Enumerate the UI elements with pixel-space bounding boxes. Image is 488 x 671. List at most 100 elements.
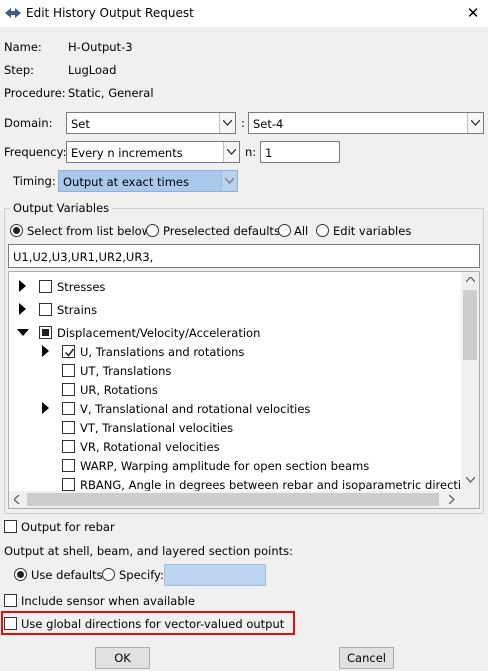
global-directions-label: Use global directions for vector-valued … <box>21 617 285 631</box>
n-input-value: 1 <box>265 146 273 160</box>
app-icon <box>5 8 21 18</box>
radio-all-label: All <box>294 224 309 238</box>
cancel-button[interactable]: Cancel <box>339 647 394 669</box>
vertical-scrollbar[interactable] <box>461 272 479 491</box>
sensor-label: Include sensor when available <box>21 594 195 608</box>
window-title: Edit History Output Request <box>26 6 194 20</box>
horizontal-scroll-thumb[interactable] <box>27 493 439 506</box>
tree-item-label: UT, Translations <box>80 364 172 378</box>
timing-value: Output at exact times <box>63 175 190 189</box>
tree-item-label: Strains <box>57 303 98 317</box>
checkbox[interactable] <box>62 364 75 377</box>
domain-type-select[interactable]: Set <box>66 112 236 134</box>
tree-item-label: Stresses <box>57 280 106 294</box>
tree-row[interactable]: Strains <box>9 300 461 319</box>
frequency-value: Every n increments <box>71 146 183 160</box>
ok-button[interactable]: OK <box>95 647 150 669</box>
checkbox[interactable] <box>62 478 75 491</box>
scroll-up-icon[interactable] <box>466 277 475 283</box>
tree-item-label: WARP, Warping amplitude for open section… <box>80 459 370 473</box>
frequency-label: Frequency: <box>4 145 67 159</box>
specify-input[interactable] <box>164 564 266 586</box>
scroll-right-icon[interactable] <box>449 495 455 504</box>
checkbox[interactable] <box>39 303 52 316</box>
radio-edit-variables-label: Edit variables <box>333 224 412 238</box>
step-label: Step: <box>4 63 35 77</box>
chevron-down-icon[interactable] <box>219 113 235 133</box>
timing-label: Timing: <box>13 174 56 188</box>
checkbox[interactable] <box>39 326 52 339</box>
tree-row[interactable]: UT, Translations <box>9 361 461 380</box>
section-points-label: Output at shell, beam, and layered secti… <box>4 544 293 558</box>
expand-arrow-icon[interactable] <box>19 280 26 292</box>
chevron-down-icon[interactable] <box>467 113 483 133</box>
checkbox[interactable] <box>62 402 75 415</box>
domain-type-value: Set <box>71 117 90 131</box>
procedure-value: Static, General <box>68 86 154 100</box>
variable-tree[interactable]: Stresses Strains Displacement/Velocity/A… <box>8 271 480 509</box>
tree-item-label: VT, Translational velocities <box>80 421 234 435</box>
radio-edit-variables[interactable] <box>316 224 329 237</box>
tree-row[interactable]: VR, Rotational velocities <box>9 437 461 456</box>
tree-item-label: VR, Rotational velocities <box>80 440 220 454</box>
tree-row[interactable]: VT, Translational velocities <box>9 418 461 437</box>
close-icon[interactable]: ✕ <box>462 3 484 23</box>
chevron-down-icon[interactable] <box>223 142 239 162</box>
checkbox[interactable] <box>39 280 52 293</box>
checkbox[interactable] <box>62 345 75 358</box>
expand-arrow-icon[interactable] <box>42 345 49 357</box>
scroll-down-icon[interactable] <box>466 477 475 483</box>
radio-preselected-defaults[interactable] <box>146 224 159 237</box>
domain-set-value: Set-4 <box>253 117 284 131</box>
timing-select[interactable]: Output at exact times <box>58 170 238 192</box>
procedure-label: Procedure: <box>4 86 66 100</box>
horizontal-scrollbar[interactable] <box>9 491 461 508</box>
title-bar: Edit History Output Request ✕ <box>0 0 488 27</box>
radio-specify-label: Specify: <box>119 568 164 582</box>
output-variables-title: Output Variables <box>10 201 113 215</box>
collapse-arrow-icon[interactable] <box>17 329 29 336</box>
output-variables-text-value: U1,U2,U3,UR1,UR2,UR3, <box>13 250 154 264</box>
radio-preselected-defaults-label: Preselected defaults <box>163 224 280 238</box>
output-variables-text-field[interactable]: U1,U2,U3,UR1,UR2,UR3, <box>8 244 480 268</box>
tree-item-label: RBANG, Angle in degrees between rebar an… <box>80 478 461 492</box>
domain-set-select[interactable]: Set-4 <box>248 112 484 134</box>
domain-label: Domain: <box>4 116 53 130</box>
n-label: n: <box>245 145 257 159</box>
sensor-checkbox[interactable] <box>4 594 17 607</box>
domain-colon: : <box>241 116 245 130</box>
step-value: LugLoad <box>68 63 117 77</box>
tree-row[interactable]: Stresses <box>9 277 461 296</box>
radio-select-from-list-label: Select from list below <box>27 224 152 238</box>
tree-row[interactable]: V, Translational and rotational velociti… <box>9 399 461 418</box>
name-value: H-Output-3 <box>68 40 133 54</box>
checkbox[interactable] <box>62 459 75 472</box>
scroll-corner <box>461 491 479 508</box>
scroll-left-icon[interactable] <box>14 495 20 504</box>
tree-row[interactable]: WARP, Warping amplitude for open section… <box>9 456 461 475</box>
radio-use-defaults-label: Use defaults <box>31 568 103 582</box>
radio-all[interactable] <box>278 224 291 237</box>
tree-row[interactable]: Displacement/Velocity/Acceleration <box>9 323 461 342</box>
checkmark-icon <box>64 348 75 357</box>
radio-use-defaults[interactable] <box>14 568 27 581</box>
tree-row[interactable]: U, Translations and rotations <box>9 342 461 361</box>
expand-arrow-icon[interactable] <box>19 303 26 315</box>
vertical-scroll-thumb[interactable] <box>463 290 477 360</box>
tree-item-label: V, Translational and rotational velociti… <box>80 402 311 416</box>
tree-row[interactable]: UR, Rotations <box>9 380 461 399</box>
n-input[interactable]: 1 <box>260 141 340 163</box>
rebar-label: Output for rebar <box>21 520 115 534</box>
radio-specify[interactable] <box>102 568 115 581</box>
expand-arrow-icon[interactable] <box>42 402 49 414</box>
rebar-checkbox[interactable] <box>4 520 17 533</box>
frequency-select[interactable]: Every n increments <box>66 141 240 163</box>
checkbox[interactable] <box>62 383 75 396</box>
chevron-down-icon[interactable] <box>221 171 237 191</box>
checkbox[interactable] <box>62 421 75 434</box>
checkbox[interactable] <box>62 440 75 453</box>
radio-select-from-list[interactable] <box>10 224 23 237</box>
global-directions-checkbox[interactable] <box>4 617 17 630</box>
tree-item-label: UR, Rotations <box>80 383 158 397</box>
tree-item-label: Displacement/Velocity/Acceleration <box>57 326 261 340</box>
